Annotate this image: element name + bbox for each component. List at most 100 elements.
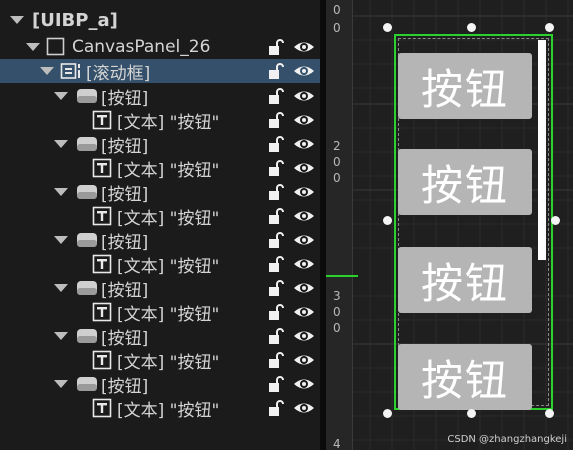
expand-arrow-icon[interactable] bbox=[54, 236, 68, 244]
visibility-eye-icon[interactable] bbox=[292, 206, 316, 226]
watermark: CSDN @zhangzhangkeji bbox=[447, 434, 567, 445]
lock-icon[interactable] bbox=[266, 37, 286, 57]
button-widget-icon bbox=[76, 279, 98, 297]
lock-icon[interactable] bbox=[266, 302, 286, 322]
scrollbar-thumb[interactable] bbox=[538, 40, 546, 260]
canvas-button[interactable]: 按钮 bbox=[398, 344, 532, 410]
ruler-number: 4 bbox=[333, 437, 341, 450]
visibility-eye-icon[interactable] bbox=[292, 182, 316, 202]
canvas-button[interactable]: 按钮 bbox=[398, 247, 532, 313]
text-label: [文本] "按钮" bbox=[117, 352, 220, 373]
visibility-eye-icon[interactable] bbox=[292, 134, 316, 154]
button-label: [按钮] bbox=[101, 376, 149, 397]
canvas-button[interactable]: 按钮 bbox=[398, 149, 532, 215]
button-widget-icon bbox=[76, 231, 98, 249]
tree-row-button[interactable]: [按钮] bbox=[0, 228, 320, 253]
tree-row-text[interactable]: [文本] "按钮" bbox=[0, 252, 320, 277]
visibility-eye-icon[interactable] bbox=[292, 278, 316, 298]
visibility-eye-icon[interactable] bbox=[292, 302, 316, 322]
expand-arrow-icon[interactable] bbox=[54, 380, 68, 388]
tree-row-text[interactable]: [文本] "按钮" bbox=[0, 156, 320, 181]
ruler-number: 3 bbox=[333, 289, 341, 303]
tree-row-button[interactable]: [按钮] bbox=[0, 372, 320, 397]
text-label: [文本] "按钮" bbox=[117, 112, 220, 133]
hierarchy-panel: [UIBP_a] CanvasPanel_26 [滚动框] [按钮] [文本] "… bbox=[0, 0, 320, 450]
lock-icon[interactable] bbox=[266, 326, 286, 346]
canvas-panel-label: CanvasPanel_26 bbox=[72, 37, 211, 57]
tree-row-text[interactable]: [文本] "按钮" bbox=[0, 108, 320, 133]
resize-handle[interactable] bbox=[551, 216, 560, 225]
tree-row-button[interactable]: [按钮] bbox=[0, 180, 320, 205]
button-widget-icon bbox=[76, 327, 98, 345]
tree-row-button[interactable]: [按钮] bbox=[0, 84, 320, 109]
resize-handle[interactable] bbox=[467, 409, 476, 418]
lock-icon[interactable] bbox=[266, 206, 286, 226]
visibility-eye-icon[interactable] bbox=[292, 350, 316, 370]
lock-icon[interactable] bbox=[266, 374, 286, 394]
expand-arrow-icon[interactable] bbox=[54, 332, 68, 340]
visibility-eye-icon[interactable] bbox=[292, 398, 316, 418]
lock-icon[interactable] bbox=[266, 110, 286, 130]
tree-row-text[interactable]: [文本] "按钮" bbox=[0, 204, 320, 229]
expand-arrow-icon[interactable] bbox=[54, 284, 68, 292]
resize-handle[interactable] bbox=[383, 216, 392, 225]
lock-icon[interactable] bbox=[266, 134, 286, 154]
visibility-eye-icon[interactable] bbox=[292, 230, 316, 250]
tree-row-root[interactable]: [UIBP_a] bbox=[0, 8, 320, 32]
resize-handle[interactable] bbox=[545, 409, 554, 418]
lock-icon[interactable] bbox=[266, 398, 286, 418]
text-label: [文本] "按钮" bbox=[117, 400, 220, 421]
visibility-eye-icon[interactable] bbox=[292, 110, 316, 130]
tree-row-button[interactable]: [按钮] bbox=[0, 276, 320, 301]
text-widget-icon bbox=[92, 302, 112, 322]
tree-row-text[interactable]: [文本] "按钮" bbox=[0, 348, 320, 373]
visibility-eye-icon[interactable] bbox=[292, 86, 316, 106]
button-widget-icon bbox=[76, 135, 98, 153]
resize-handle[interactable] bbox=[467, 23, 476, 32]
lock-icon[interactable] bbox=[266, 230, 286, 250]
root-label: [UIBP_a] bbox=[32, 9, 118, 31]
expand-arrow-icon[interactable] bbox=[40, 67, 54, 75]
button-label: [按钮] bbox=[101, 136, 149, 157]
text-label: [文本] "按钮" bbox=[117, 208, 220, 229]
ruler-guide-line bbox=[326, 275, 358, 277]
lock-icon[interactable] bbox=[266, 86, 286, 106]
lock-icon[interactable] bbox=[266, 278, 286, 298]
visibility-eye-icon[interactable] bbox=[292, 326, 316, 346]
visibility-eye-icon[interactable] bbox=[292, 254, 316, 274]
button-label: [按钮] bbox=[101, 232, 149, 253]
expand-arrow-icon[interactable] bbox=[10, 16, 24, 24]
lock-icon[interactable] bbox=[266, 350, 286, 370]
lock-icon[interactable] bbox=[266, 182, 286, 202]
lock-icon[interactable] bbox=[266, 254, 286, 274]
scroll-box-icon bbox=[60, 61, 82, 81]
lock-icon[interactable] bbox=[266, 61, 286, 81]
expand-arrow-icon[interactable] bbox=[26, 43, 40, 51]
resize-handle[interactable] bbox=[383, 23, 392, 32]
expand-arrow-icon[interactable] bbox=[54, 188, 68, 196]
designer-canvas[interactable]: 0 0 2 0 0 3 0 0 4 按钮 按钮 按钮 按钮 CSDN @zhan… bbox=[326, 0, 573, 450]
button-label: [按钮] bbox=[101, 328, 149, 349]
ruler-number: 2 bbox=[333, 139, 341, 153]
button-widget-icon bbox=[76, 375, 98, 393]
visibility-eye-icon[interactable] bbox=[292, 158, 316, 178]
canvas-button[interactable]: 按钮 bbox=[398, 53, 532, 119]
tree-row-text[interactable]: [文本] "按钮" bbox=[0, 396, 320, 421]
ruler-number: 0 bbox=[333, 21, 341, 35]
lock-icon[interactable] bbox=[266, 158, 286, 178]
tree-row-text[interactable]: [文本] "按钮" bbox=[0, 300, 320, 325]
visibility-eye-icon[interactable] bbox=[292, 37, 316, 57]
expand-arrow-icon[interactable] bbox=[54, 140, 68, 148]
resize-handle[interactable] bbox=[383, 409, 392, 418]
tree-row-button[interactable]: [按钮] bbox=[0, 324, 320, 349]
tree-row-scroll-box[interactable]: [滚动框] bbox=[0, 59, 320, 84]
expand-arrow-icon[interactable] bbox=[54, 92, 68, 100]
button-widget-icon bbox=[76, 183, 98, 201]
text-widget-icon bbox=[92, 158, 112, 178]
visibility-eye-icon[interactable] bbox=[292, 374, 316, 394]
tree-row-button[interactable]: [按钮] bbox=[0, 132, 320, 157]
resize-handle[interactable] bbox=[545, 23, 554, 32]
tree-row-canvas-panel[interactable]: CanvasPanel_26 bbox=[0, 35, 320, 59]
visibility-eye-icon[interactable] bbox=[292, 61, 316, 81]
ruler-number: 0 bbox=[333, 3, 341, 17]
